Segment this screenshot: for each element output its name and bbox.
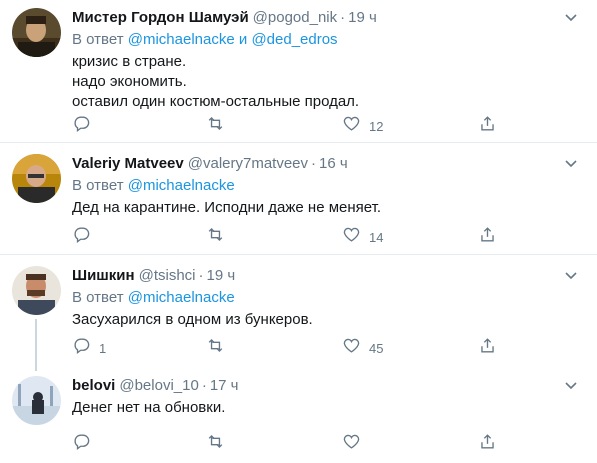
author-handle[interactable]: @valery7matveev: [188, 155, 308, 172]
retweet-icon: [206, 336, 225, 360]
share-button[interactable]: [478, 227, 497, 247]
tweet-actions: 12: [72, 116, 502, 136]
tweet[interactable]: Мистер Гордон Шамуэй @pogod_nik · 19 ч В от…: [0, 0, 597, 143]
tweet-header: Шишкин @tsishci · 19 ч: [72, 266, 235, 286]
replying-to: В ответ @michaelnacke: [72, 288, 235, 308]
like-icon: [342, 225, 361, 249]
tweet-actions: 14: [72, 227, 502, 247]
retweet-button[interactable]: [206, 338, 233, 358]
like-button[interactable]: 12: [342, 116, 383, 136]
share-icon: [478, 114, 497, 138]
tweet-text: Денег нет на обновки.: [72, 399, 226, 416]
reply-icon: [72, 432, 91, 456]
tweet-text: Дед на карантине. Исподни даже не меняет…: [72, 199, 382, 216]
reply-button[interactable]: [72, 116, 99, 136]
like-button[interactable]: 14: [342, 227, 383, 247]
mention-link[interactable]: @ded_edros: [251, 31, 337, 48]
like-icon: [342, 432, 361, 456]
avatar[interactable]: [12, 154, 61, 203]
chevron-down-icon[interactable]: [563, 267, 579, 283]
retweet-icon: [206, 432, 225, 456]
tweet-header: belovi @belovi_10 · 17 ч: [72, 376, 238, 396]
tweet-actions: [72, 434, 502, 454]
chevron-down-icon[interactable]: [563, 9, 579, 25]
timestamp[interactable]: 19 ч: [348, 9, 377, 26]
share-button[interactable]: [478, 116, 497, 136]
avatar[interactable]: [12, 266, 61, 315]
replying-to: В ответ @michaelnacke: [72, 176, 235, 196]
separator-dot: ·: [201, 377, 207, 394]
tweet-timeline: Мистер Гордон Шамуэй @pogod_nik · 19 ч В от…: [0, 0, 597, 463]
timestamp[interactable]: 19 ч: [207, 267, 236, 284]
author-handle[interactable]: @tsishci: [139, 267, 196, 284]
like-icon: [342, 336, 361, 360]
replying-to: В ответ @michaelnacke и @ded_edros: [72, 30, 338, 50]
like-count: 45: [369, 340, 384, 356]
tweet-actions: 1 45: [72, 338, 502, 358]
mention-link[interactable]: @michaelnacke: [128, 289, 235, 306]
reply-prefix: В ответ: [72, 177, 124, 194]
share-button[interactable]: [478, 338, 497, 358]
reply-joiner: и: [238, 31, 248, 48]
reply-button[interactable]: 1: [72, 338, 106, 358]
reply-button[interactable]: [72, 434, 99, 454]
tweet[interactable]: Шишкин @tsishci · 19 ч В ответ @michaelnack…: [0, 255, 597, 371]
tweet-text: кризис в стране. надо экономить. оставил…: [72, 53, 360, 110]
share-button[interactable]: [478, 434, 497, 454]
reply-icon: [72, 225, 91, 249]
reply-prefix: В ответ: [72, 31, 124, 48]
like-count: 12: [369, 118, 384, 134]
author-name[interactable]: Шишкин: [72, 267, 135, 284]
like-button[interactable]: [342, 434, 369, 454]
separator-dot: ·: [198, 267, 204, 284]
retweet-button[interactable]: [206, 227, 233, 247]
share-icon: [478, 336, 497, 360]
separator-dot: ·: [311, 155, 317, 172]
share-icon: [478, 432, 497, 456]
author-name[interactable]: Valeriy Matveev: [72, 155, 184, 172]
chevron-down-icon[interactable]: [563, 377, 579, 393]
author-handle[interactable]: @pogod_nik: [253, 9, 337, 26]
reply-icon: [72, 114, 91, 138]
retweet-button[interactable]: [206, 434, 233, 454]
thread-connector: [35, 319, 37, 371]
mention-link[interactable]: @michaelnacke: [128, 177, 235, 194]
author-name[interactable]: belovi: [72, 377, 115, 394]
separator-dot: ·: [340, 9, 346, 26]
author-handle[interactable]: @belovi_10: [119, 377, 198, 394]
tweet-header: Valeriy Matveev @valery7matveev · 16 ч: [72, 154, 348, 174]
reply-count: 1: [99, 340, 107, 356]
tweet-header: Мистер Гордон Шамуэй @pogod_nik · 19 ч: [72, 8, 377, 28]
mention-link[interactable]: @michaelnacke: [128, 31, 235, 48]
retweet-button[interactable]: [206, 116, 233, 136]
avatar[interactable]: [12, 376, 61, 425]
tweet[interactable]: belovi @belovi_10 · 17 ч Денег нет на обнов…: [0, 367, 597, 463]
author-name[interactable]: Мистер Гордон Шамуэй: [72, 9, 249, 26]
avatar[interactable]: [12, 8, 61, 57]
reply-prefix: В ответ: [72, 289, 124, 306]
tweet[interactable]: Valeriy Matveev @valery7matveev · 16 ч В от…: [0, 143, 597, 255]
like-button[interactable]: 45: [342, 338, 383, 358]
reply-button[interactable]: [72, 227, 99, 247]
timestamp[interactable]: 17 ч: [210, 377, 239, 394]
share-icon: [478, 225, 497, 249]
retweet-icon: [206, 225, 225, 249]
reply-icon: [72, 336, 91, 360]
like-icon: [342, 114, 361, 138]
chevron-down-icon[interactable]: [563, 155, 579, 171]
like-count: 14: [369, 229, 384, 245]
timestamp[interactable]: 16 ч: [319, 155, 348, 172]
retweet-icon: [206, 114, 225, 138]
tweet-text: Засухарился в одном из бункеров.: [72, 311, 313, 328]
